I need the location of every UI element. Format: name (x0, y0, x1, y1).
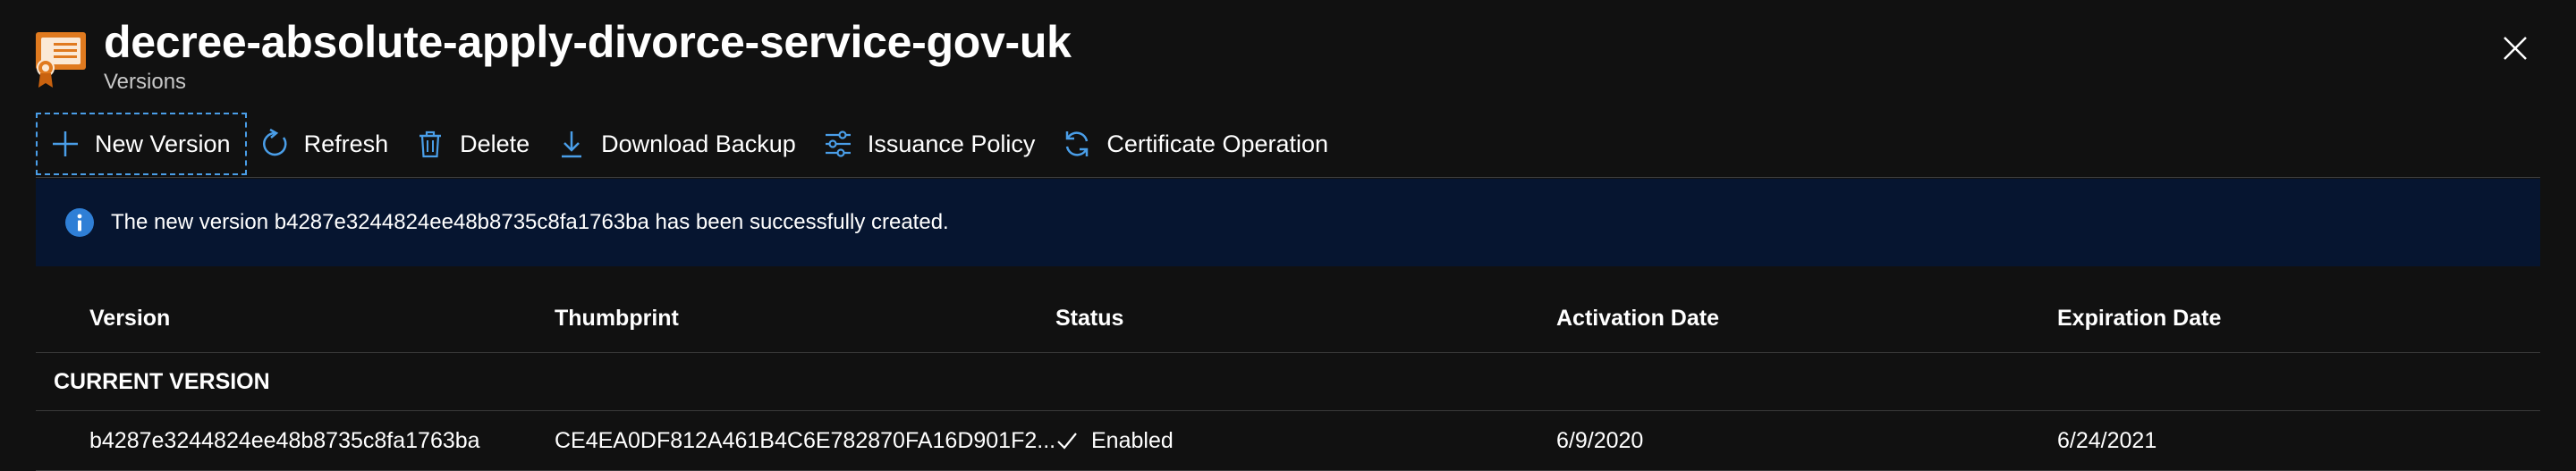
certificate-operation-button[interactable]: Certificate Operation (1049, 113, 1343, 175)
plus-icon (53, 131, 78, 156)
certificate-icon (36, 32, 86, 88)
column-header-activation-date[interactable]: Activation Date (1556, 284, 2021, 352)
delete-label: Delete (460, 130, 530, 157)
column-header-thumbprint[interactable]: Thumbprint (555, 284, 1073, 352)
issuance-policy-button[interactable]: Issuance Policy (810, 113, 1050, 175)
new-version-button[interactable]: New Version (36, 113, 247, 175)
refresh-icon (262, 129, 287, 156)
banner-message: The new version b4287e3244824ee48b8735c8… (111, 210, 949, 234)
page-title: decree-absolute-apply-divorce-service-go… (104, 17, 1072, 67)
info-icon (65, 208, 94, 237)
versions-table: Version Thumbprint Status Activation Dat… (36, 284, 2540, 471)
blade-header: decree-absolute-apply-divorce-service-go… (34, 13, 2538, 102)
checkmark-icon (1057, 433, 1077, 450)
download-icon (562, 131, 582, 158)
sliders-icon (825, 130, 851, 157)
certificate-operation-label: Certificate Operation (1106, 130, 1329, 157)
toolbar-divider (36, 177, 2540, 178)
refresh-label: Refresh (303, 130, 389, 157)
table-row[interactable]: b4287e3244824ee48b8735c8fa1763ba CE4EA0D… (36, 411, 2540, 471)
status-text: Enabled (1091, 428, 1174, 453)
refresh-button[interactable]: Refresh (247, 113, 403, 175)
expiration-date-cell: 6/24/2021 (2057, 428, 2157, 453)
page-subtitle: Versions (104, 70, 187, 94)
trash-icon (419, 130, 442, 158)
download-backup-label: Download Backup (601, 130, 796, 157)
group-row-current-version: CURRENT VERSION (36, 353, 2540, 411)
command-bar: New Version Refresh Delete Download Back… (36, 113, 2540, 175)
download-backup-button[interactable]: Download Backup (544, 113, 810, 175)
issuance-policy-label: Issuance Policy (867, 130, 1036, 157)
column-header-version[interactable]: Version (89, 284, 537, 352)
sync-icon (1066, 131, 1089, 156)
version-cell[interactable]: b4287e3244824ee48b8735c8fa1763ba (89, 411, 537, 470)
status-cell: Enabled (1055, 411, 1521, 470)
group-label: CURRENT VERSION (54, 369, 270, 394)
delete-button[interactable]: Delete (402, 113, 544, 175)
thumbprint-cell: CE4EA0DF812A461B4C6E782870FA16D901F2... (555, 428, 1056, 453)
column-header-status[interactable]: Status (1055, 284, 1521, 352)
success-notification-banner: The new version b4287e3244824ee48b8735c8… (36, 179, 2540, 266)
column-header-expiration-date[interactable]: Expiration Date (2057, 284, 2522, 352)
activation-date-cell: 6/9/2020 (1556, 428, 1644, 453)
new-version-label: New Version (95, 130, 231, 157)
table-header-row: Version Thumbprint Status Activation Dat… (36, 284, 2540, 353)
close-icon[interactable] (2494, 27, 2537, 70)
